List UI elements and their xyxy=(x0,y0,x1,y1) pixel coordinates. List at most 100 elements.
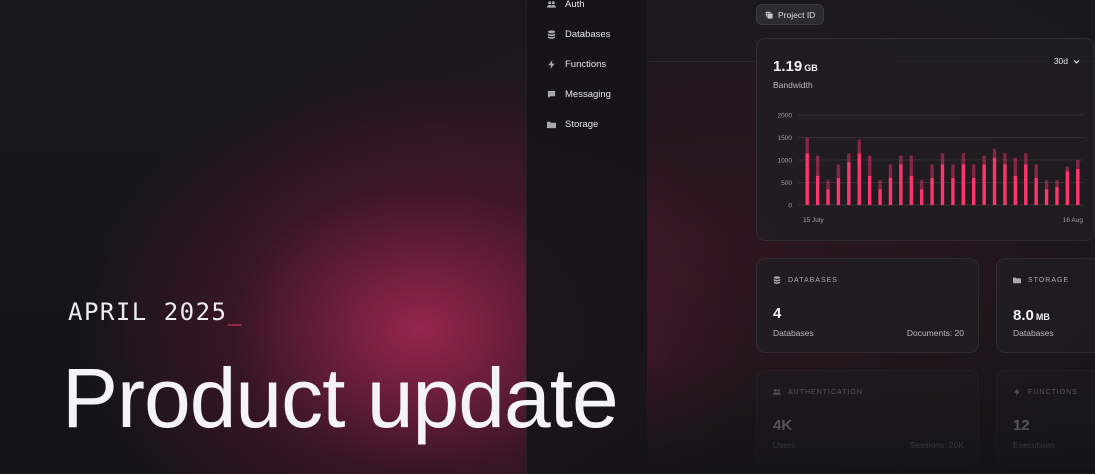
chart-bar xyxy=(878,189,882,205)
chart-bar-stacked xyxy=(836,164,841,178)
chart-bar xyxy=(909,175,913,205)
sidebar-item-label: Functions xyxy=(565,59,607,70)
chart-bar-stacked xyxy=(888,164,893,178)
y-tick-label: 0 xyxy=(788,203,792,210)
storage-card[interactable]: STORAGE 8.0 MB Databases xyxy=(996,258,1095,353)
chart-bar xyxy=(1024,164,1028,205)
page-title: Product update xyxy=(62,351,619,445)
cursor-glyph: _ xyxy=(227,298,244,326)
chart-bar xyxy=(961,164,966,205)
y-tick-label: 500 xyxy=(781,180,792,187)
chart-bar-stacked xyxy=(909,155,913,176)
chart-bar-stacked xyxy=(919,180,924,190)
chart-bar xyxy=(919,189,924,205)
chart-bar-stacked xyxy=(1065,166,1070,172)
chart-bar-stacked xyxy=(805,137,809,154)
bandwidth-chart: 0 500 1000 1500 2000 15 July 16 Aug xyxy=(778,113,1084,225)
users-sub: Users xyxy=(773,440,796,450)
chart-bar-stacked xyxy=(826,180,830,190)
chart-bar xyxy=(826,189,830,205)
functions-count: 12 xyxy=(1013,417,1030,434)
chart-bar-stacked xyxy=(899,155,903,165)
databases-card-title: DATABASES xyxy=(773,276,838,284)
users-icon xyxy=(547,1,556,8)
chart-bar xyxy=(930,178,934,205)
project-id-button[interactable]: Project ID xyxy=(756,4,825,25)
y-tick-label: 1000 xyxy=(778,158,793,165)
chart-bar-stacked xyxy=(930,164,934,178)
y-tick-label: 1500 xyxy=(778,135,793,142)
chart-bar-stacked xyxy=(847,153,851,163)
sidebar-item-messaging[interactable]: Messaging xyxy=(547,89,611,100)
chart-bar-stacked xyxy=(951,164,955,178)
sidebar-item-label: Messaging xyxy=(565,89,611,100)
bolt-icon xyxy=(1014,388,1020,396)
chart-bar-stacked xyxy=(1003,153,1007,165)
chat-icon xyxy=(547,90,556,99)
sidebar-item-label: Storage xyxy=(565,119,599,130)
storage-value: 8.0 MB xyxy=(1013,307,1050,324)
databases-count: 4 xyxy=(773,305,782,322)
chart-bar xyxy=(1034,178,1038,205)
storage-sub: Databases xyxy=(1013,328,1054,338)
chart-bar-stacked xyxy=(972,164,976,178)
copy-icon xyxy=(765,11,773,19)
database-icon xyxy=(547,30,556,39)
database-icon xyxy=(773,276,781,284)
chart-bar-stacked xyxy=(857,139,861,154)
chart-bar-stacked xyxy=(992,148,997,158)
y-tick-label: 2000 xyxy=(778,113,793,120)
chart-bar xyxy=(836,178,841,205)
chart-bar-stacked xyxy=(982,155,986,165)
chart-bar xyxy=(992,157,997,205)
chart-bar-stacked xyxy=(867,155,872,176)
sidebar-item-label: Auth xyxy=(565,0,585,10)
folder-icon xyxy=(547,121,556,129)
chart-bar xyxy=(1044,189,1049,205)
sidebar-item-storage[interactable]: Storage xyxy=(547,119,598,130)
storage-card-title: STORAGE xyxy=(1013,276,1069,284)
chart-bar xyxy=(1076,169,1080,205)
chart-bar xyxy=(982,164,986,205)
release-date-text: APRIL 2025 xyxy=(68,298,228,326)
chart-bar xyxy=(857,153,861,205)
sessions-count: Sessions: 20K xyxy=(909,440,964,450)
chart-bar xyxy=(899,164,903,205)
chart-bar-stacked xyxy=(1076,160,1080,169)
chart-bar xyxy=(847,162,851,205)
chart-bar-stacked xyxy=(940,153,945,165)
sidebar-item-functions[interactable]: Functions xyxy=(547,59,606,70)
chart-bar xyxy=(867,175,872,205)
authentication-card[interactable]: AUTHENTICATION 4K Users Sessions: 20K xyxy=(756,370,979,465)
chart-bar-stacked xyxy=(878,180,882,190)
chart-bar xyxy=(805,153,809,205)
databases-sub: Databases xyxy=(773,328,814,338)
sidebar-item-label: Databases xyxy=(565,29,611,40)
chart-bar-stacked xyxy=(1044,180,1049,190)
chart-bar-stacked xyxy=(815,155,820,176)
chart-bar-stacked xyxy=(1013,157,1018,176)
functions-card-title: FUNCTIONS xyxy=(1013,388,1078,396)
chart-bar xyxy=(972,178,976,205)
functions-card[interactable]: FUNCTIONS 12 Executions xyxy=(996,370,1095,465)
users-count: 4K xyxy=(773,417,793,434)
sidebar-item-databases[interactable]: Databases xyxy=(547,29,610,40)
chart-bar xyxy=(888,178,893,205)
chart-bar xyxy=(951,178,955,205)
documents-count: Documents: 20 xyxy=(906,328,964,338)
folder-icon xyxy=(1013,277,1021,284)
chart-bar-stacked xyxy=(961,153,966,165)
x-tick-label: 16 Aug xyxy=(1063,217,1084,224)
chart-bar xyxy=(940,164,945,205)
release-date: APRIL 2025_ xyxy=(68,298,243,326)
chart-bar-stacked xyxy=(1034,164,1038,178)
users-icon xyxy=(773,389,781,395)
databases-card[interactable]: DATABASES 4 Databases Documents: 20 xyxy=(756,258,979,353)
chart-bar xyxy=(815,175,820,205)
chart-bar-stacked xyxy=(1024,153,1028,165)
bandwidth-card: 1.19 GB Bandwidth 30d 0 500 1000 1500 2000 15 … xyxy=(756,38,1095,241)
x-tick-label: 15 July xyxy=(803,217,824,224)
chart-bar xyxy=(1065,171,1070,205)
sidebar-item-auth[interactable]: Auth xyxy=(547,0,585,10)
chart-bar xyxy=(1013,175,1018,205)
